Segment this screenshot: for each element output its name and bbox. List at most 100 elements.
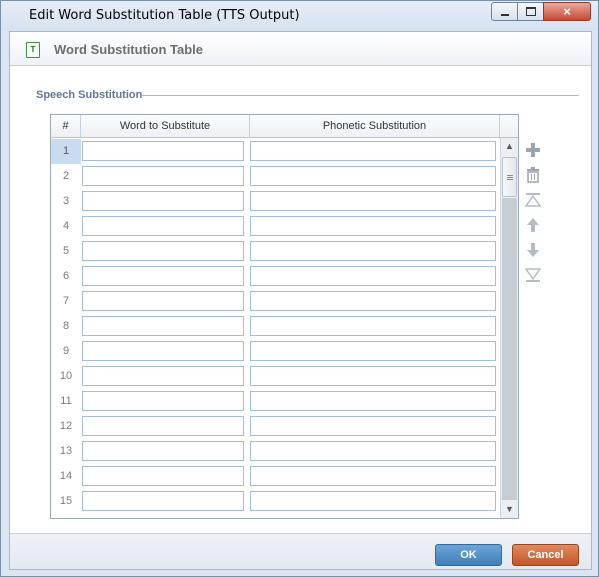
move-up-button[interactable] (522, 215, 544, 235)
scroll-thumb[interactable] (502, 157, 517, 197)
row-number: 7 (62, 295, 70, 307)
column-header-word[interactable]: Word to Substitute (81, 115, 250, 137)
delete-icon (527, 167, 539, 183)
add-icon (526, 143, 540, 157)
scroll-up-arrow-icon[interactable]: ▲ (501, 138, 518, 155)
phonetic-substitution-input[interactable] (250, 466, 496, 486)
phonetic-substitution-input[interactable] (250, 166, 496, 186)
word-to-substitute-input[interactable] (82, 166, 244, 186)
row-number: 11 (60, 395, 72, 407)
row-number: 8 (62, 320, 70, 332)
phonetic-substitution-input[interactable] (250, 241, 496, 261)
table-row[interactable]: 7 (51, 289, 500, 314)
phonetic-substitution-input[interactable] (250, 441, 496, 461)
word-to-substitute-input[interactable] (82, 466, 244, 486)
cancel-button[interactable]: Cancel (512, 544, 579, 566)
word-to-substitute-input[interactable] (82, 141, 244, 161)
table-row[interactable]: 1 (51, 139, 500, 164)
word-to-substitute-input[interactable] (82, 216, 244, 236)
row-number: 1 (51, 139, 81, 164)
word-to-substitute-input[interactable] (82, 316, 244, 336)
row-number: 14 (59, 470, 73, 482)
table-row[interactable]: 2 (51, 164, 500, 189)
column-header-phonetic[interactable]: Phonetic Substitution (250, 115, 500, 137)
maximize-button[interactable] (517, 2, 544, 21)
table-row[interactable]: 10 (51, 364, 500, 389)
word-to-substitute-input[interactable] (82, 191, 244, 211)
phonetic-substitution-input[interactable] (250, 191, 496, 211)
row-number: 12 (59, 420, 73, 432)
row-number: 6 (62, 270, 70, 282)
table-row[interactable]: 4 (51, 214, 500, 239)
table-row[interactable]: 11 (51, 389, 500, 414)
panel-header: T Word Substitution Table (10, 32, 591, 66)
phonetic-substitution-input[interactable] (250, 266, 496, 286)
move-bottom-button[interactable] (522, 265, 544, 285)
table-row[interactable]: 14 (51, 464, 500, 489)
word-to-substitute-input[interactable] (82, 416, 244, 436)
table-row[interactable]: 12 (51, 414, 500, 439)
add-row-button[interactable] (522, 140, 544, 160)
table-header: # Word to Substitute Phonetic Substituti… (51, 115, 518, 138)
table-row[interactable]: 15 (51, 489, 500, 514)
move-down-button[interactable] (522, 240, 544, 260)
move-bottom-icon (525, 268, 541, 282)
phonetic-substitution-input[interactable] (250, 416, 496, 436)
delete-row-button[interactable] (522, 165, 544, 185)
header-corner (500, 115, 518, 137)
move-top-button[interactable] (522, 190, 544, 210)
word-to-substitute-input[interactable] (82, 391, 244, 411)
row-number: 4 (62, 220, 70, 232)
word-to-substitute-input[interactable] (82, 291, 244, 311)
dialog-window: Edit Word Substitution Table (TTS Output… (0, 0, 599, 577)
row-number: 10 (59, 370, 73, 382)
move-up-icon (527, 218, 539, 232)
vertical-scrollbar[interactable]: ▲ ▼ (500, 138, 518, 518)
phonetic-substitution-input[interactable] (250, 291, 496, 311)
row-number: 3 (62, 195, 70, 207)
table-row[interactable]: 9 (51, 339, 500, 364)
table-row[interactable]: 13 (51, 439, 500, 464)
word-to-substitute-input[interactable] (82, 266, 244, 286)
word-to-substitute-input[interactable] (82, 341, 244, 361)
word-to-substitute-input[interactable] (82, 241, 244, 261)
ok-button[interactable]: OK (435, 544, 502, 566)
row-number: 15 (59, 495, 73, 507)
close-icon: × (563, 4, 571, 19)
word-to-substitute-input[interactable] (82, 366, 244, 386)
text-document-icon: T (26, 42, 40, 58)
word-to-substitute-input[interactable] (82, 441, 244, 461)
section-label: Speech Substitution (36, 89, 143, 101)
row-number: 13 (59, 445, 73, 457)
table-row[interactable]: 5 (51, 239, 500, 264)
table-row[interactable]: 8 (51, 314, 500, 339)
minimize-button[interactable] (491, 2, 518, 21)
phonetic-substitution-input[interactable] (250, 366, 496, 386)
column-header-number[interactable]: # (51, 115, 81, 137)
scroll-down-arrow-icon[interactable]: ▼ (501, 501, 518, 518)
table-body: 1 2 3 4 5 6 7 8 9 10 11 12 13 14 15 (51, 139, 500, 514)
panel-title: Word Substitution Table (54, 42, 204, 57)
table-row[interactable]: 3 (51, 189, 500, 214)
dialog-footer: OK Cancel (10, 533, 591, 569)
window-title: Edit Word Substitution Table (TTS Output… (29, 8, 300, 23)
scroll-track[interactable] (502, 198, 517, 500)
substitution-table: # Word to Substitute Phonetic Substituti… (50, 114, 519, 519)
close-button[interactable]: × (543, 2, 591, 21)
grip-icon (507, 175, 513, 180)
move-top-icon (525, 193, 541, 207)
row-number: 5 (62, 245, 70, 257)
phonetic-substitution-input[interactable] (250, 216, 496, 236)
minimize-icon (501, 14, 509, 16)
word-to-substitute-input[interactable] (82, 491, 244, 511)
phonetic-substitution-input[interactable] (250, 141, 496, 161)
section-divider (142, 95, 579, 96)
table-row[interactable]: 6 (51, 264, 500, 289)
phonetic-substitution-input[interactable] (250, 341, 496, 361)
phonetic-substitution-input[interactable] (250, 316, 496, 336)
maximize-icon (526, 7, 536, 16)
dialog-body: T Word Substitution Table Speech Substit… (9, 31, 592, 570)
title-bar[interactable]: Edit Word Substitution Table (TTS Output… (1, 1, 598, 31)
phonetic-substitution-input[interactable] (250, 391, 496, 411)
phonetic-substitution-input[interactable] (250, 491, 496, 511)
